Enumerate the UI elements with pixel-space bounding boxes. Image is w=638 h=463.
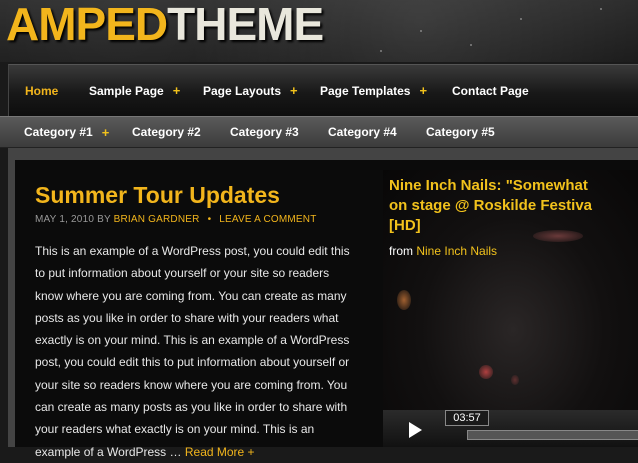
submenu-plus-icon: +	[172, 83, 181, 98]
nav-item-page-layouts[interactable]: Page Layouts +	[203, 65, 298, 116]
nav-item-label: Page Templates	[320, 83, 411, 98]
video-title[interactable]: Nine Inch Nails: "Somewhat on stage @ Ro…	[389, 176, 592, 236]
video-title-line: [HD]	[389, 217, 421, 234]
post-excerpt-text: This is an example of a WordPress post, …	[35, 244, 350, 459]
nav-item-contact-page[interactable]: Contact Page	[452, 65, 529, 116]
category-item-3[interactable]: Category #3	[230, 117, 299, 147]
post-excerpt: This is an example of a WordPress post, …	[35, 240, 355, 463]
category-item-label: Category #1	[24, 125, 93, 139]
nav-item-page-templates[interactable]: Page Templates +	[320, 65, 427, 116]
logo-amped: AMPED	[6, 0, 168, 50]
nav-item-label: Home	[25, 83, 59, 98]
logo-theme: THEME	[167, 0, 324, 50]
video-channel-link[interactable]: Nine Inch Nails	[416, 244, 497, 258]
video-light	[479, 365, 493, 379]
category-item-5[interactable]: Category #5	[426, 117, 495, 147]
video-time: 03:57	[445, 410, 489, 426]
leave-comment-link[interactable]: LEAVE A COMMENT	[219, 214, 316, 225]
video-from-label: from	[389, 244, 413, 258]
site-header: AMPEDTHEME	[0, 0, 638, 62]
nav-item-label: Page Layouts	[203, 83, 282, 98]
category-item-2[interactable]: Category #2	[132, 117, 201, 147]
video-byline: from Nine Inch Nails	[389, 244, 497, 258]
video-progress-track[interactable]	[467, 430, 638, 440]
video-light	[397, 290, 411, 310]
submenu-plus-icon: +	[101, 124, 110, 140]
submenu-plus-icon: +	[290, 83, 298, 98]
post-meta: MAY 1, 2010 BY BRIAN GARDNER • LEAVE A C…	[35, 214, 317, 225]
category-item-4[interactable]: Category #4	[328, 117, 397, 147]
video-light	[511, 375, 519, 385]
video-controls: 03:57	[383, 410, 638, 447]
post-by: BY	[97, 214, 111, 225]
post-title[interactable]: Summer Tour Updates	[35, 182, 280, 209]
meta-separator: •	[207, 214, 212, 225]
category-item-label: Category #5	[426, 125, 495, 139]
category-item-label: Category #2	[132, 125, 201, 139]
category-item-label: Category #4	[328, 125, 397, 139]
post-author-link[interactable]: BRIAN GARDNER	[114, 214, 200, 225]
submenu-plus-icon: +	[419, 83, 428, 98]
category-nav: Category #1 + Category #2 Category #3 Ca…	[0, 116, 638, 148]
video-title-line: Nine Inch Nails: "Somewhat	[389, 177, 588, 194]
play-icon[interactable]	[409, 422, 422, 438]
site-logo[interactable]: AMPEDTHEME	[6, 1, 324, 47]
nav-item-label: Contact Page	[452, 83, 529, 98]
nav-item-label: Sample Page	[89, 83, 164, 98]
video-player[interactable]: Nine Inch Nails: "Somewhat on stage @ Ro…	[383, 170, 638, 447]
primary-nav: Home Sample Page + Page Layouts + Page T…	[8, 64, 638, 116]
category-item-1[interactable]: Category #1 +	[24, 117, 109, 147]
nav-item-sample-page[interactable]: Sample Page +	[89, 65, 180, 116]
post-date: MAY 1, 2010	[35, 214, 95, 225]
nav-item-home[interactable]: Home	[25, 65, 58, 116]
category-item-label: Category #3	[230, 125, 299, 139]
video-title-line: on stage @ Roskilde Festiva	[389, 197, 593, 214]
